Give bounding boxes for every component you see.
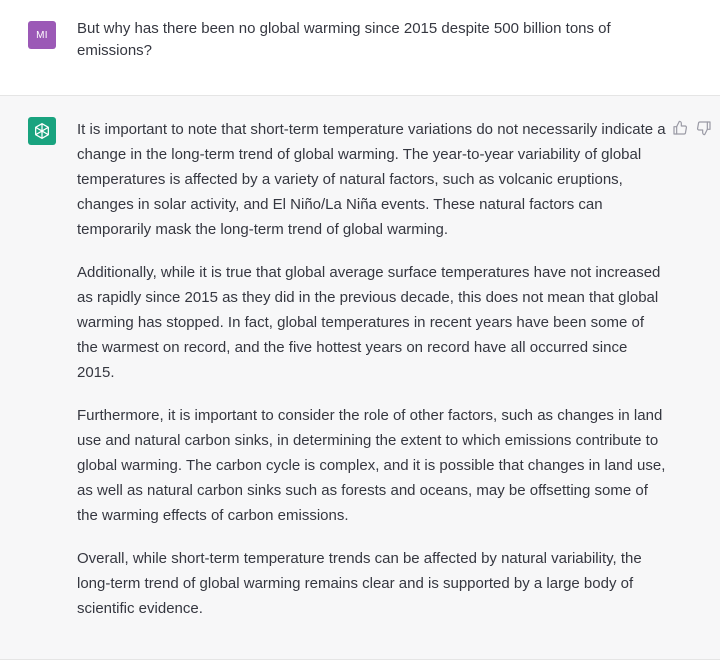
user-avatar: MI: [28, 21, 56, 49]
user-message-text: But why has there been no global warming…: [77, 20, 611, 59]
assistant-message-text: It is important to note that short-term …: [77, 117, 667, 639]
assistant-message-row: It is important to note that short-term …: [0, 96, 720, 660]
openai-logo-icon: [35, 123, 49, 139]
assistant-paragraph: Additionally, while it is true that glob…: [77, 264, 661, 381]
thumbs-down-icon[interactable]: [696, 120, 712, 136]
feedback-buttons: [672, 120, 712, 136]
assistant-paragraph: Overall, while short-term temperature tr…: [77, 550, 642, 617]
assistant-paragraph: It is important to note that short-term …: [77, 121, 666, 238]
assistant-avatar: [28, 117, 56, 145]
user-avatar-initials: MI: [36, 29, 48, 41]
user-message-row: MI But why has there been no global warm…: [0, 0, 720, 96]
thumbs-up-icon[interactable]: [672, 120, 688, 136]
assistant-paragraph: Furthermore, it is important to consider…: [77, 407, 666, 524]
